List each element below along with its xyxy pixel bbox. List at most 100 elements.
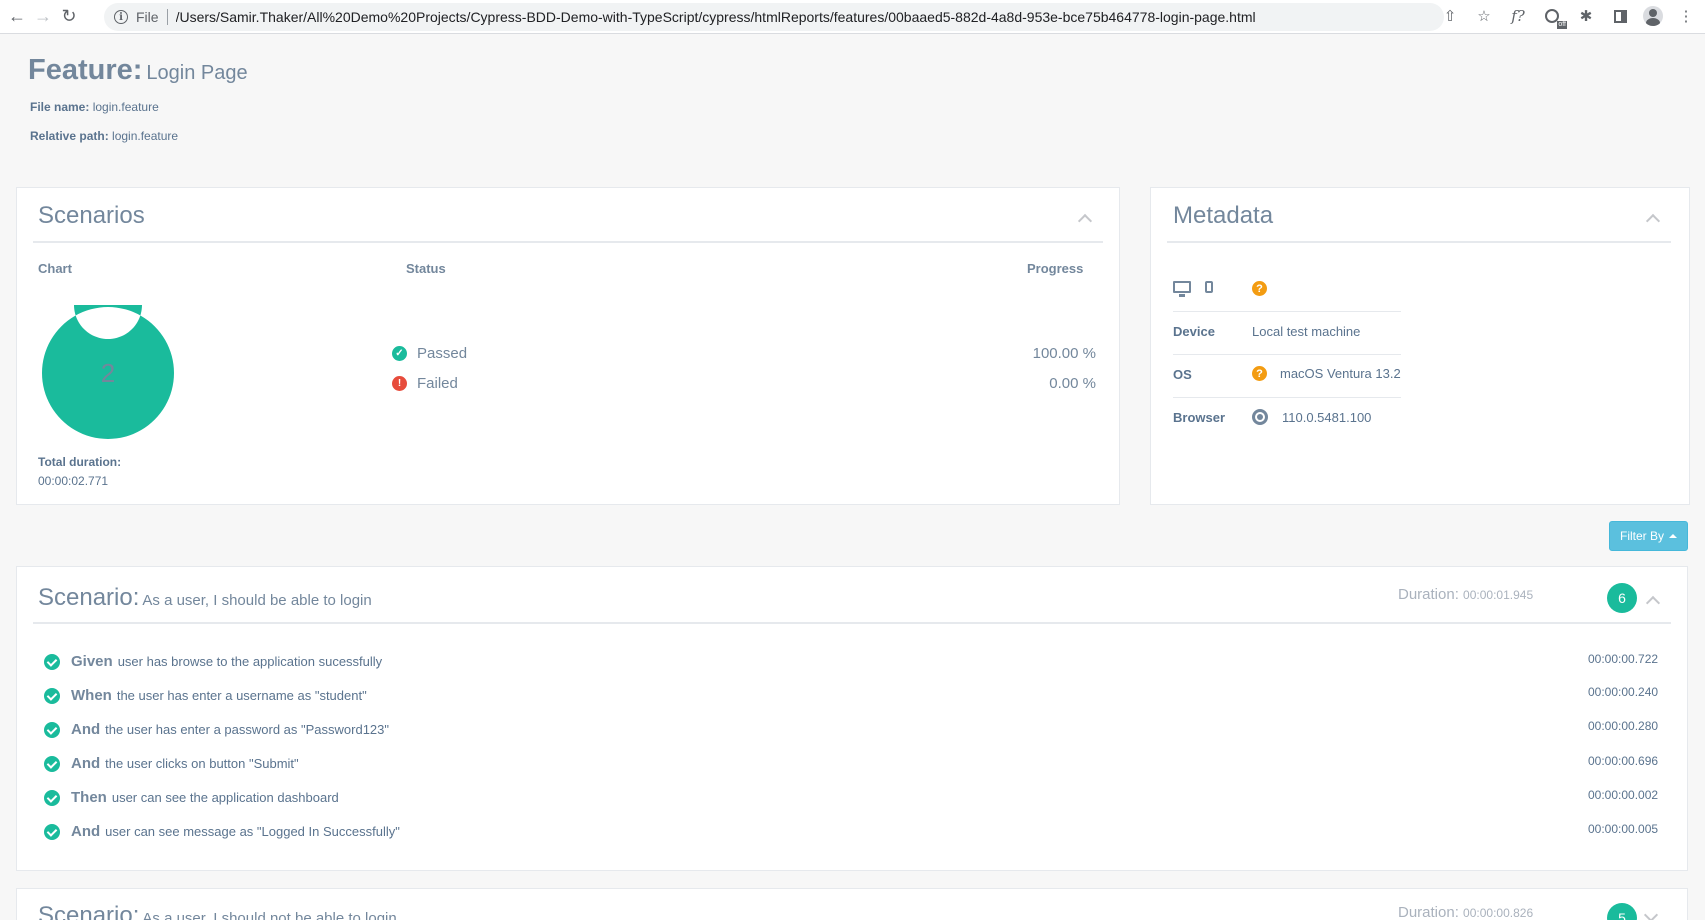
forward-arrow-icon[interactable]: → [30,4,56,30]
step-duration: 00:00:00.280 [1588,719,1659,733]
feature-name: Login Page [146,62,248,84]
scenario-2-heading: Scenario: As a user, I should not be able… [38,902,397,920]
step-keyword: And [71,755,101,772]
progress-column-header: Progress [1027,261,1084,276]
step-duration: 00:00:00.722 [1588,652,1659,666]
scenario-1-duration: Duration: 00:00:01.945 [1398,586,1533,603]
feature-heading: Feature: Login Page [28,54,248,87]
more-menu-icon[interactable]: ⋮ [1675,5,1697,27]
file-name-label: File name: [30,100,90,114]
step-row: And the user clicks on button "Submit" [44,755,299,772]
url-text[interactable]: /Users/Samir.Thaker/All%20Demo%20Project… [176,9,1256,25]
step-keyword: Then [71,789,107,806]
scenarios-panel-divider [33,241,1103,243]
step-passed-check-icon [44,721,60,738]
step-passed-check-icon [44,687,60,704]
step-row: And the user has enter a password as "Pa… [44,721,389,738]
step-passed-check-icon [44,789,60,806]
step-duration: 00:00:00.696 [1588,754,1659,768]
mobile-icon [1205,281,1213,293]
profile-avatar[interactable] [1643,6,1663,26]
file-name-value: login.feature [92,100,159,114]
status-failed-label: Failed [417,375,458,392]
status-passed-label: Passed [417,345,468,362]
browser-value-wrap: 110.0.5481.100 [1252,409,1371,425]
step-keyword: And [71,721,101,738]
step-text: user can see message as "Logged In Succe… [105,824,400,839]
filter-by-button[interactable]: Filter By [1609,521,1688,551]
browser-value: 110.0.5481.100 [1282,409,1372,425]
toolbar-actions: ⇧ ☆ f? off ✱ ⋮ [1439,5,1697,29]
step-text: user has browse to the application suces… [117,654,383,669]
status-passed-row: ✓ Passed [392,345,467,362]
failed-exclamation-icon: ! [392,376,407,391]
extension-off-badge: off [1557,21,1567,29]
bookmark-star-icon[interactable]: ☆ [1473,5,1495,27]
donut-center-count: 2 [100,357,116,388]
address-bar[interactable]: i File /Users/Samir.Thaker/All%20Demo%20… [104,3,1444,31]
step-row: Given user has browse to the application… [44,653,382,670]
passed-check-icon: ✓ [392,346,407,361]
scenarios-collapse-chevron-icon[interactable] [1078,212,1090,224]
formula-extension-icon[interactable]: f? [1507,5,1529,27]
metadata-panel-divider [1167,241,1671,243]
share-icon[interactable]: ⇧ [1439,5,1461,27]
scenarios-panel-title: Scenarios [38,202,145,229]
status-column-header: Status [406,261,446,276]
scenario-2-duration-value: 00:00:00.826 [1463,906,1534,920]
step-keyword: And [71,823,101,840]
step-duration: 00:00:00.005 [1588,822,1659,836]
scenario-2-duration: Duration: 00:00:00.826 [1398,904,1533,920]
scenario-1-step-count-badge: 6 [1607,583,1637,613]
step-row: And user can see message as "Logged In S… [44,823,400,840]
step-passed-check-icon [44,755,60,772]
step-keyword: Given [71,653,113,670]
step-text: the user clicks on button "Submit" [105,756,299,771]
scenario-1-divider [33,622,1671,624]
browser-toolbar: ← → ↻ i File /Users/Samir.Thaker/All%20D… [0,0,1705,34]
step-text: user can see the application dashboard [111,790,339,805]
os-unknown-icon: ? [1252,366,1267,381]
extension-off-icon[interactable]: off [1541,5,1567,29]
site-info-icon[interactable]: i [114,10,128,24]
step-keyword: When [71,687,112,704]
status-failed-row: ! Failed [392,375,458,392]
passed-progress-value: 100.00 % [1032,345,1096,362]
relative-path-label: Relative path: [30,129,109,143]
scenario-2-name: As a user, I should not be able to login [142,910,397,920]
desktop-icon [1173,281,1191,297]
chart-column-header: Chart [38,261,72,276]
platform-unknown-icon-wrap: ? [1252,281,1267,296]
relative-path-value: login.feature [112,129,179,143]
step-text: the user has enter a username as "studen… [116,688,367,703]
chrome-icon [1252,409,1268,425]
url-scheme: File [136,9,159,25]
caret-up-icon [1669,534,1677,538]
metadata-collapse-chevron-icon[interactable] [1646,212,1658,224]
step-row: When the user has enter a username as "s… [44,687,367,704]
puzzle-extensions-icon[interactable]: ✱ [1575,5,1597,27]
side-panel-icon[interactable] [1609,5,1631,27]
back-arrow-icon[interactable]: ← [4,4,30,30]
scenario-1-name: As a user, I should be able to login [142,592,372,609]
scenario-1-duration-label: Duration: [1398,586,1459,603]
scenario-1-label: Scenario: [38,584,140,611]
reload-icon[interactable]: ↻ [56,4,82,30]
scenario-2-expand-chevron-icon[interactable] [1646,912,1658,920]
scenario-1-collapse-chevron-icon[interactable] [1646,594,1658,606]
step-text: the user has enter a password as "Passwo… [105,722,390,737]
os-label: OS [1173,367,1192,382]
scenario-2-label: Scenario: [38,902,140,920]
step-passed-check-icon [44,653,60,670]
metadata-panel-title: Metadata [1173,202,1274,229]
scenario-2-duration-label: Duration: [1398,904,1459,920]
step-passed-check-icon [44,823,60,840]
total-duration-value: 00:00:02.771 [38,474,109,488]
url-separator [166,9,168,25]
unknown-platform-icon: ? [1252,281,1267,296]
os-value: macOS Ventura 13.2 [1280,366,1401,381]
step-row: Then user can see the application dashbo… [44,789,339,806]
browser-label: Browser [1173,410,1226,425]
step-duration: 00:00:00.240 [1588,685,1659,699]
step-duration: 00:00:00.002 [1588,788,1659,802]
